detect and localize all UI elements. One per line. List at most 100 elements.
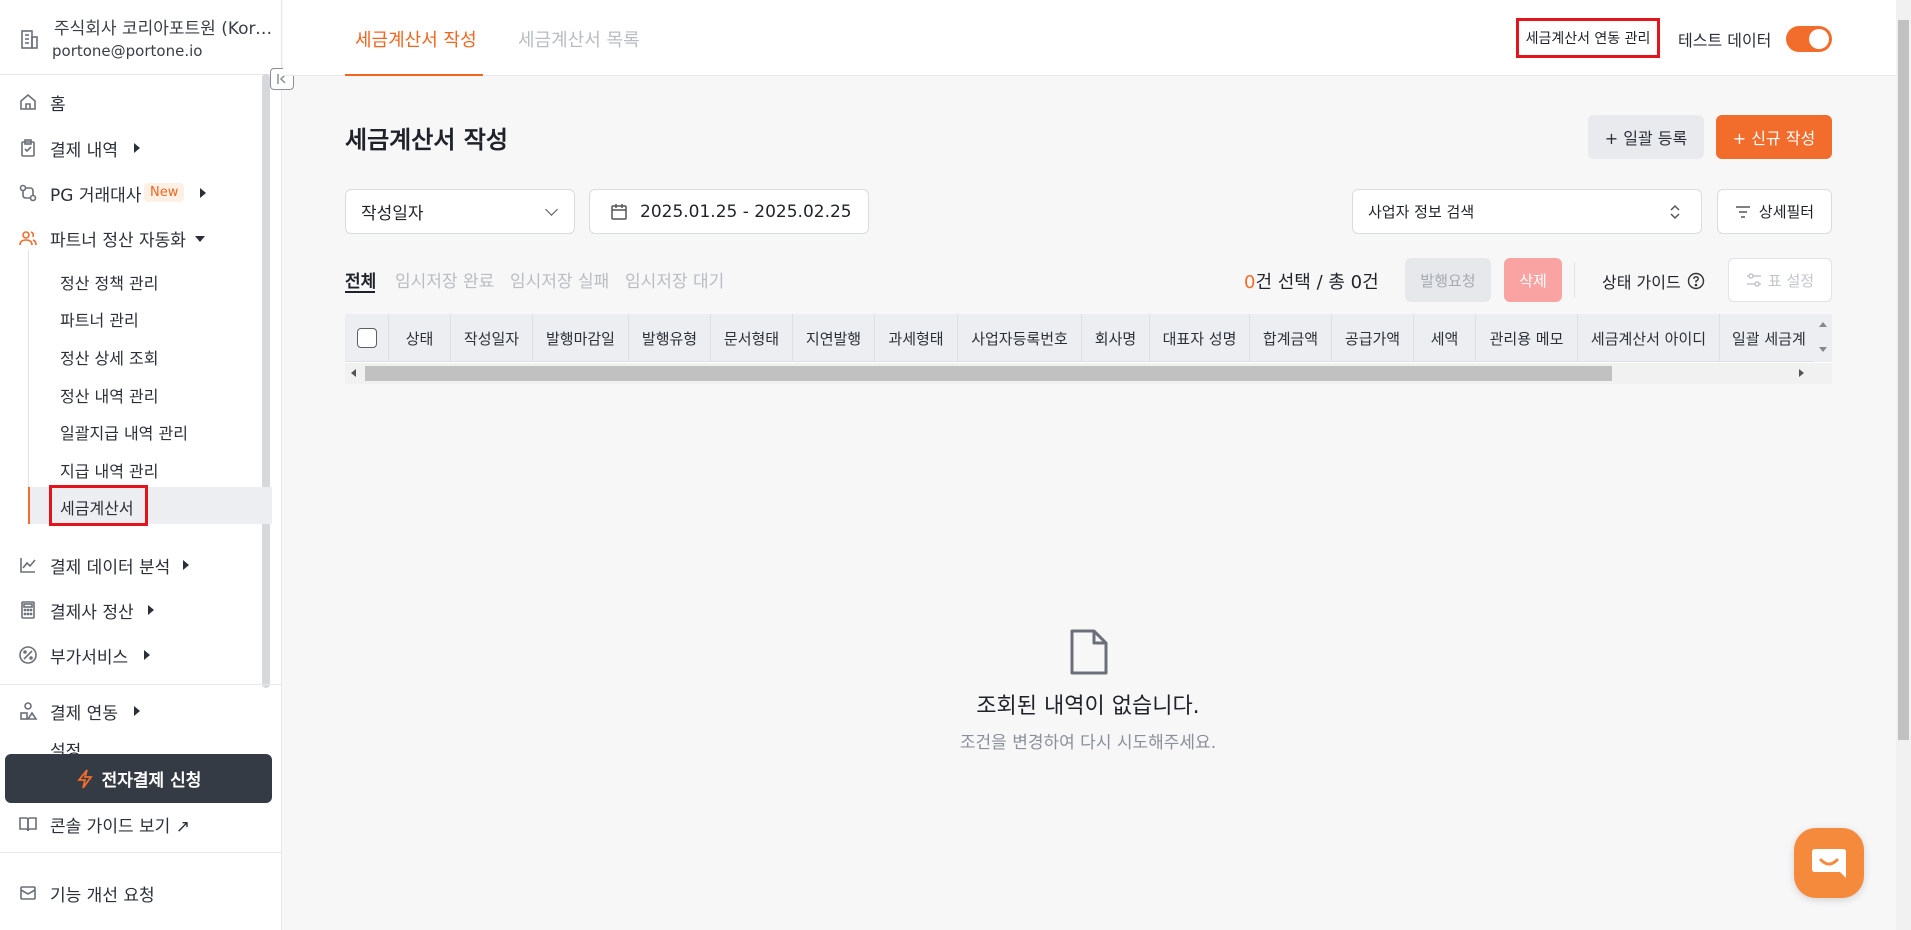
invoice-integration-manage-button[interactable]: 세금계산서 연동 관리 bbox=[1516, 18, 1660, 58]
caret-right-icon bbox=[200, 188, 206, 198]
sidebar-item-label: 결제 내역 bbox=[50, 140, 118, 161]
sidebar-item-payments[interactable]: 결제 내역 bbox=[0, 128, 262, 168]
org-name: 주식회사 코리아포트원 (Kore... bbox=[54, 19, 274, 39]
divider bbox=[0, 74, 282, 75]
col-written-date[interactable]: 작성일자 bbox=[451, 314, 533, 362]
date-type-value: 작성일자 bbox=[361, 204, 424, 224]
tab-active-indicator bbox=[345, 74, 483, 76]
sidebar-subitem-settlement-detail[interactable]: 정산 상세 조회 bbox=[60, 345, 159, 369]
sidebar-item-home[interactable]: 홈 bbox=[0, 82, 262, 122]
bulk-register-button[interactable]: + 일괄 등록 bbox=[1588, 115, 1704, 159]
sidebar-item-addon[interactable]: 부가서비스 bbox=[0, 635, 262, 675]
detail-filter-button[interactable]: 상세필터 bbox=[1717, 189, 1832, 234]
test-data-label: 테스트 데이터 bbox=[1678, 31, 1772, 50]
sidebar-item-pg-reconcile[interactable]: PG 거래대사 New bbox=[0, 173, 262, 213]
table-hscroll-thumb[interactable] bbox=[365, 366, 1612, 381]
table-horizontal-scrollbar[interactable] bbox=[345, 363, 1832, 384]
org-switcher[interactable]: 주식회사 코리아포트원 (Kore... portone@portone.io bbox=[0, 0, 282, 74]
sidebar-subitem-partner-manage[interactable]: 파트너 관리 bbox=[60, 307, 139, 331]
help-circle-icon bbox=[1687, 272, 1704, 290]
new-invoice-button[interactable]: + 신규 작성 bbox=[1716, 115, 1832, 159]
col-total-amount[interactable]: 합계금액 bbox=[1250, 314, 1332, 362]
col-bulk-invoice[interactable]: 일괄 세금계 bbox=[1720, 314, 1820, 362]
caret-down-icon bbox=[195, 236, 205, 242]
delete-button[interactable]: 삭제 bbox=[1504, 258, 1562, 302]
page-scrollbar[interactable] bbox=[1896, 0, 1911, 930]
col-status[interactable]: 상태 bbox=[389, 314, 451, 362]
col-doc-type[interactable]: 문서형태 bbox=[711, 314, 793, 362]
sidebar-item-label: PG 거래대사 bbox=[50, 185, 142, 206]
new-invoice-label: + 신규 작성 bbox=[1732, 129, 1816, 148]
detail-filter-label: 상세필터 bbox=[1758, 203, 1815, 221]
tab-invoice-list[interactable]: 세금계산서 목록 bbox=[518, 26, 640, 52]
filter-tab-pending[interactable]: 임시저장 대기 bbox=[625, 267, 724, 292]
sidebar-item-partner-settlement[interactable]: 파트너 정산 자동화 bbox=[0, 218, 262, 258]
calculator-icon bbox=[21, 601, 35, 619]
highlight-box bbox=[49, 485, 148, 526]
scroll-right-icon[interactable] bbox=[1799, 369, 1804, 377]
apply-payment-button[interactable]: 전자결제 신청 bbox=[5, 754, 272, 803]
sidebar-item-label: 콘솔 가이드 보기 ↗ bbox=[50, 816, 190, 837]
filter-tab-all[interactable]: 전체 bbox=[345, 267, 376, 292]
page-scrollbar-thumb[interactable] bbox=[1898, 20, 1909, 740]
table-header-row: 상태 작성일자 발행마감일 발행유형 문서형태 지연발행 과세형태 사업자등록번… bbox=[345, 314, 1820, 362]
col-issue-type[interactable]: 발행유형 bbox=[629, 314, 711, 362]
chevron-up-down-icon bbox=[1670, 204, 1680, 220]
bulk-register-label: + 일괄 등록 bbox=[1604, 129, 1688, 148]
sidebar-item-label: 홈 bbox=[50, 94, 66, 115]
col-issue-deadline[interactable]: 발행마감일 bbox=[533, 314, 629, 362]
table-setting-label: 표 설정 bbox=[1767, 271, 1815, 290]
count-suffix: 건 선택 / 총 0건 bbox=[1255, 272, 1379, 293]
sidebar-item-analytics[interactable]: 결제 데이터 분석 bbox=[0, 545, 262, 585]
table-setting-button[interactable]: 표 설정 bbox=[1728, 258, 1832, 302]
status-guide-label: 상태 가이드 bbox=[1602, 273, 1681, 292]
book-open-icon bbox=[19, 817, 37, 832]
selection-count: 0건 선택 / 총 0건 bbox=[1244, 268, 1379, 294]
col-invoice-id[interactable]: 세금계산서 아이디 bbox=[1578, 314, 1720, 362]
col-supply-amount[interactable]: 공급가액 bbox=[1332, 314, 1414, 362]
sidebar-subitem-settlement-policy[interactable]: 정산 정책 관리 bbox=[60, 270, 159, 294]
invoice-table: 상태 작성일자 발행마감일 발행유형 문서형태 지연발행 과세형태 사업자등록번… bbox=[345, 314, 1832, 384]
sidebar-subitem-bulk-payout[interactable]: 일괄지급 내역 관리 bbox=[60, 420, 188, 444]
business-search-select[interactable]: 사업자 정보 검색 bbox=[1352, 189, 1702, 234]
caret-right-icon bbox=[134, 143, 140, 153]
filter-tab-failed[interactable]: 임시저장 실패 bbox=[510, 267, 609, 292]
date-type-select[interactable]: 작성일자 bbox=[345, 189, 575, 234]
col-tax-amount[interactable]: 세액 bbox=[1414, 314, 1476, 362]
tab-write-invoice[interactable]: 세금계산서 작성 bbox=[355, 26, 477, 52]
divider bbox=[0, 684, 282, 685]
filter-active-indicator bbox=[345, 291, 375, 293]
filter-tab-saved[interactable]: 임시저장 완료 bbox=[395, 267, 494, 292]
sidebar-item-console-guide[interactable]: 콘솔 가이드 보기 ↗ bbox=[0, 804, 262, 844]
sidebar-subitem-settlement-history[interactable]: 정산 내역 관리 bbox=[60, 383, 159, 407]
caret-right-icon bbox=[144, 650, 150, 660]
status-guide-button[interactable]: 상태 가이드 bbox=[1602, 269, 1705, 293]
header-checkbox-cell bbox=[345, 314, 389, 362]
toggle-knob bbox=[1809, 29, 1829, 49]
chevron-down-icon bbox=[545, 203, 558, 216]
date-range-picker[interactable]: 2025.01.25 - 2025.02.25 bbox=[589, 189, 869, 234]
scroll-down-icon bbox=[1819, 347, 1827, 352]
issue-request-button[interactable]: 발행요청 bbox=[1405, 258, 1491, 302]
col-delayed-issue[interactable]: 지연발행 bbox=[793, 314, 875, 362]
col-business-number[interactable]: 사업자등록번호 bbox=[958, 314, 1082, 362]
col-tax-type[interactable]: 과세형태 bbox=[875, 314, 958, 362]
sidebar-item-label: 부가서비스 bbox=[50, 647, 129, 668]
select-all-checkbox[interactable] bbox=[356, 328, 377, 348]
col-memo[interactable]: 관리용 메모 bbox=[1476, 314, 1578, 362]
feedback-icon bbox=[20, 886, 36, 900]
sidebar: 주식회사 코리아포트원 (Kore... portone@portone.io … bbox=[0, 0, 282, 930]
col-ceo-name[interactable]: 대표자 성명 bbox=[1150, 314, 1250, 362]
test-data-toggle[interactable] bbox=[1786, 26, 1832, 52]
sidebar-scrollbar[interactable] bbox=[262, 74, 270, 688]
sidebar-subitem-payout-history[interactable]: 지급 내역 관리 bbox=[60, 458, 159, 482]
scroll-left-icon[interactable] bbox=[351, 369, 356, 377]
sidebar-item-pg-settlement[interactable]: 결제사 정산 bbox=[0, 590, 262, 630]
selected-count: 0 bbox=[1244, 272, 1256, 293]
divider bbox=[0, 852, 282, 853]
chat-support-button[interactable] bbox=[1794, 828, 1864, 898]
sidebar-item-feature-request[interactable]: 기능 개선 요청 bbox=[0, 873, 262, 913]
lightning-icon bbox=[76, 768, 93, 789]
table-vertical-scrollbar[interactable] bbox=[1814, 314, 1832, 362]
col-company-name[interactable]: 회사명 bbox=[1082, 314, 1150, 362]
